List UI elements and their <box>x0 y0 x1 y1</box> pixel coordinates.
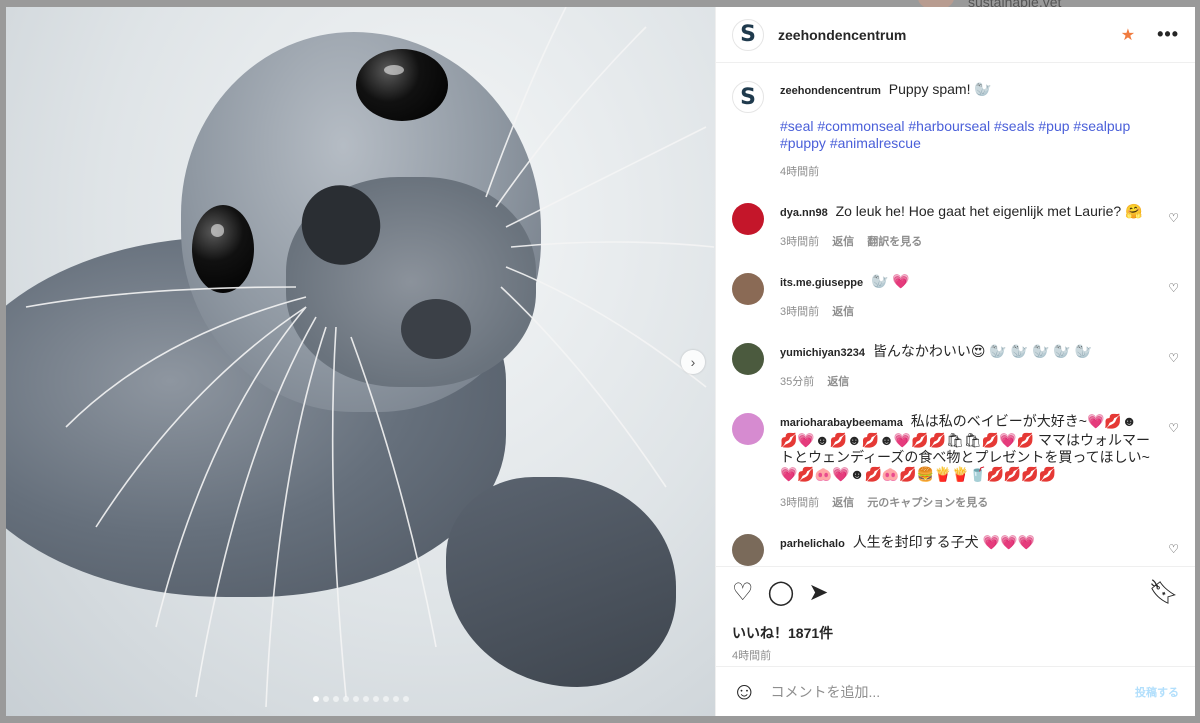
comment-avatar[interactable] <box>732 413 764 445</box>
comment-text: Zo leuk he! Hoe gaat het eigenlijk met L… <box>835 203 1143 219</box>
comment-item: parhelichalo 人生を封印する子犬 💗💗💗 3時間前 返信 元のキャプ… <box>732 534 1179 566</box>
comment-body: dya.nn98 Zo leuk he! Hoe gaat het eigenl… <box>780 203 1150 251</box>
comment-meta: 3時間前 返信 元のキャプションを見る <box>780 495 1150 512</box>
carousel-dot <box>402 696 409 702</box>
see-original-button[interactable]: 元のキャプションを見る <box>867 497 988 509</box>
like-count[interactable]: いいね！1871件 <box>732 623 1179 643</box>
comments-list: dya.nn98 Zo leuk he! Hoe gaat het eigenl… <box>732 203 1179 566</box>
comment-text: 人生を封印する子犬 💗💗💗 <box>852 534 1035 550</box>
star-icon: ★ <box>1120 26 1136 44</box>
comment-item: yumichiyan3234 皆んなかわいい😍 🦭 🦭 🦭 🦭 🦭 35分前 返… <box>732 343 1179 391</box>
author-username[interactable]: zeehondencentrum <box>778 27 906 43</box>
carousel-dot <box>332 696 339 702</box>
caption-hashtags[interactable]: #seal #commonseal #harbourseal #seals #p… <box>780 118 1179 152</box>
post-modal: › S zeehondencentrum ★ ••• S zeehondence… <box>6 7 1195 716</box>
carousel-dot <box>382 696 389 702</box>
comment-body: marioharabaybeemama 私は私のベイビーが大好き~💗💋☻💋💗☻💋… <box>780 413 1150 512</box>
carousel-dot <box>322 696 329 702</box>
reply-button[interactable]: 返信 <box>832 306 854 318</box>
comment-avatar[interactable] <box>732 534 764 566</box>
comment-meta: 3時間前 返信 翻訳を見る <box>780 234 1150 251</box>
comment-item: its.me.giuseppe 🦭 💗 3時間前 返信 ♡ <box>732 273 1179 321</box>
see-original-button[interactable]: 翻訳を見る <box>867 236 922 248</box>
comment-meta: 35分前 返信 <box>780 374 1150 391</box>
comment-time: 3時間前 <box>780 306 820 318</box>
post-photo[interactable]: › <box>6 7 715 716</box>
reply-button[interactable]: 返信 <box>832 497 854 509</box>
carousel-dot <box>312 696 319 702</box>
caption-avatar[interactable]: S <box>732 81 764 113</box>
comment-username[interactable]: dya.nn98 <box>780 207 828 219</box>
comment-like-heart-icon[interactable]: ♡ <box>1168 281 1179 295</box>
comment-icon[interactable]: ◯ <box>768 581 795 605</box>
caption-username[interactable]: zeehondencentrum <box>780 85 881 97</box>
comment-meta: 3時間前 返信 元のキャプションを見る <box>780 565 1150 566</box>
more-options-button[interactable]: ••• <box>1157 24 1179 45</box>
comment-username[interactable]: parhelichalo <box>780 538 845 550</box>
caption: S zeehondencentrum Puppy spam! 🦭 #seal #… <box>732 81 1179 181</box>
comment-item: marioharabaybeemama 私は私のベイビーが大好き~💗💋☻💋💗☻💋… <box>732 413 1179 512</box>
comment-body: yumichiyan3234 皆んなかわいい😍 🦭 🦭 🦭 🦭 🦭 35分前 返… <box>780 343 1150 391</box>
comment-time: 3時間前 <box>780 497 820 509</box>
carousel-dot <box>392 696 399 702</box>
add-comment-bar: ☺ コメントを追加... 投稿する <box>716 666 1195 716</box>
post-actions: ♡ ◯ ➤ 🔖︎ いいね！1871件 4時間前 <box>716 566 1195 666</box>
comment-time: 3時間前 <box>780 236 820 248</box>
author-avatar[interactable]: S <box>732 18 764 51</box>
like-heart-icon[interactable]: ♡ <box>732 581 754 605</box>
caption-meta: 4時間前 <box>780 164 1179 181</box>
comment-text: 皆んなかわいい😍 🦭 🦭 🦭 🦭 🦭 <box>872 343 1093 359</box>
comment-avatar[interactable] <box>732 343 764 375</box>
emoji-smile-icon[interactable]: ☺ <box>732 678 757 706</box>
comment-item: dya.nn98 Zo leuk he! Hoe gaat het eigenl… <box>732 203 1179 251</box>
share-send-icon[interactable]: ➤ <box>808 581 828 605</box>
carousel-dot <box>352 696 359 702</box>
caption-time: 4時間前 <box>780 166 820 178</box>
comment-input[interactable]: コメントを追加... <box>771 682 881 702</box>
carousel-dot <box>342 696 349 702</box>
comment-meta: 3時間前 返信 <box>780 304 1150 321</box>
comment-text: 🦭 💗 <box>871 273 910 289</box>
post-comment-button[interactable]: 投稿する <box>1135 684 1179 700</box>
caption-body: zeehondencentrum Puppy spam! 🦭 #seal #co… <box>780 81 1179 181</box>
carousel-dot <box>362 696 369 702</box>
comments-scroll-area[interactable]: S zeehondencentrum Puppy spam! 🦭 #seal #… <box>716 63 1195 566</box>
comment-avatar[interactable] <box>732 203 764 235</box>
next-photo-button[interactable]: › <box>681 350 705 374</box>
reply-button[interactable]: 返信 <box>832 236 854 248</box>
comment-time: 35分前 <box>780 376 815 388</box>
action-icons: ♡ ◯ ➤ 🔖︎ <box>732 577 1179 609</box>
comment-username[interactable]: yumichiyan3234 <box>780 347 865 359</box>
post-time: 4時間前 <box>732 650 772 662</box>
comment-like-heart-icon[interactable]: ♡ <box>1168 351 1179 365</box>
save-bookmark-icon[interactable]: 🔖︎ <box>1149 581 1179 605</box>
comment-body: its.me.giuseppe 🦭 💗 3時間前 返信 <box>780 273 1150 321</box>
reply-button[interactable]: 返信 <box>827 376 849 388</box>
comment-like-heart-icon[interactable]: ♡ <box>1168 421 1179 435</box>
comment-username[interactable]: its.me.giuseppe <box>780 277 863 289</box>
post-panel: S zeehondencentrum ★ ••• S zeehondencent… <box>715 7 1195 716</box>
caption-text: Puppy spam! 🦭 <box>888 81 992 97</box>
post-header: S zeehondencentrum ★ ••• <box>716 7 1195 63</box>
carousel-dots <box>6 696 715 702</box>
comment-body: parhelichalo 人生を封印する子犬 💗💗💗 3時間前 返信 元のキャプ… <box>780 534 1150 566</box>
comment-like-heart-icon[interactable]: ♡ <box>1168 211 1179 225</box>
carousel-dot <box>372 696 379 702</box>
seal-whiskers <box>25 7 715 708</box>
comment-avatar[interactable] <box>732 273 764 305</box>
comment-like-heart-icon[interactable]: ♡ <box>1168 542 1179 556</box>
comment-username[interactable]: marioharabaybeemama <box>780 417 903 429</box>
